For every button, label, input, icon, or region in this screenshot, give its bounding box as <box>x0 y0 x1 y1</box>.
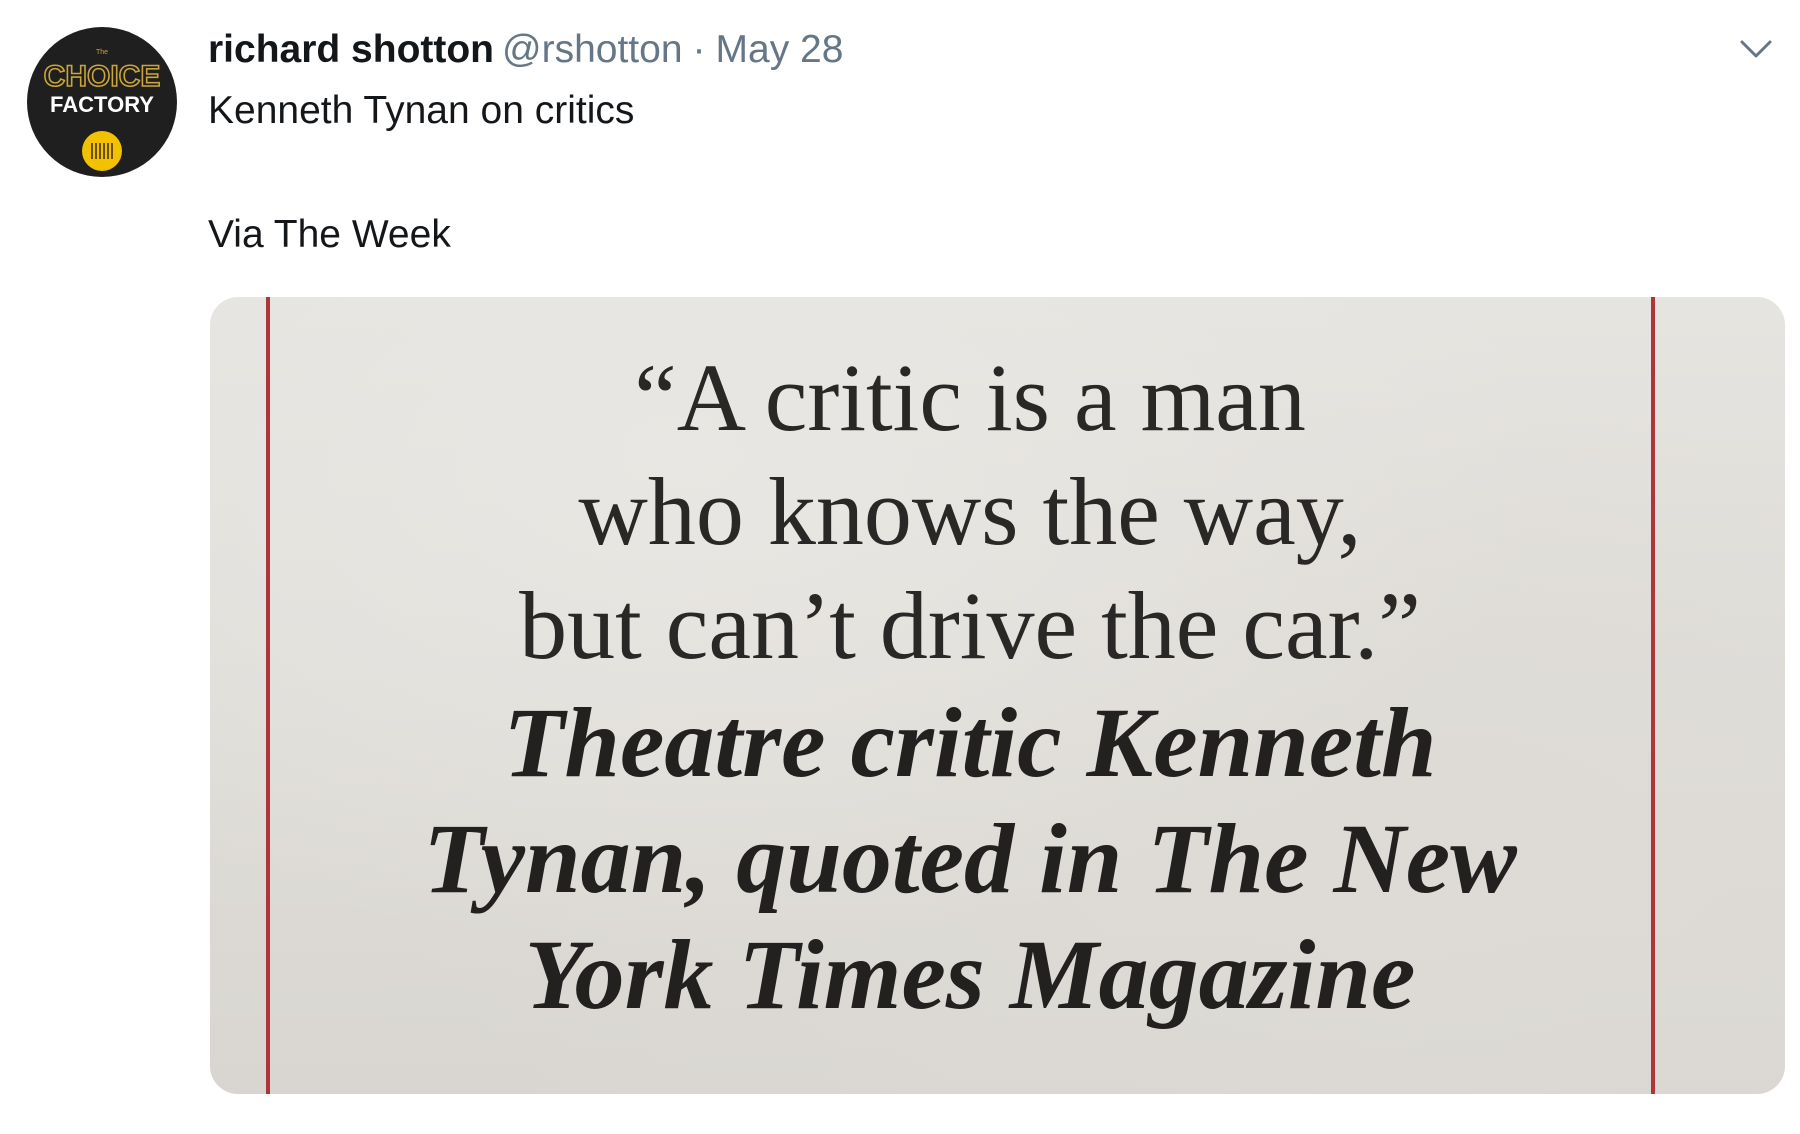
right-red-rule <box>1651 297 1655 1094</box>
tweet-text-line-1: Kenneth Tynan on critics <box>208 89 635 132</box>
tweet-media-image[interactable]: “A critic is a man who knows the way, bu… <box>210 297 1785 1094</box>
avatar-logo-choice: CHOICE <box>43 60 161 94</box>
quote-line-1: “A critic is a man <box>634 344 1306 451</box>
tweet-date[interactable]: May 28 <box>716 28 844 71</box>
header-separator: · <box>692 28 706 71</box>
avatar-logo-the: The <box>95 49 109 56</box>
left-red-rule <box>266 297 270 1094</box>
attribution-line-1: Theatre critic Kenneth <box>503 687 1437 798</box>
barcode-badge-icon <box>82 131 122 171</box>
quote-line-3: but can’t drive the car.” <box>519 572 1421 679</box>
quote-line-2: who knows the way, <box>578 458 1362 565</box>
chevron-down-icon[interactable] <box>1736 34 1776 64</box>
tweet[interactable]: The CHOICE FACTORY richard shotton @rshot… <box>0 0 1800 1134</box>
author-handle[interactable]: @rshotton <box>502 28 683 71</box>
tweet-text-line-2: Via The Week <box>208 213 451 256</box>
author-name[interactable]: richard shotton <box>208 28 494 71</box>
avatar[interactable]: The CHOICE FACTORY <box>27 27 177 177</box>
tweet-header: richard shotton @rshotton · May 28 <box>208 22 843 78</box>
avatar-logo-factory: FACTORY <box>50 92 154 117</box>
attribution-line-2: Tynan, quoted in The New <box>423 803 1517 914</box>
attribution-line-3: York Times Magazine <box>524 919 1416 1030</box>
